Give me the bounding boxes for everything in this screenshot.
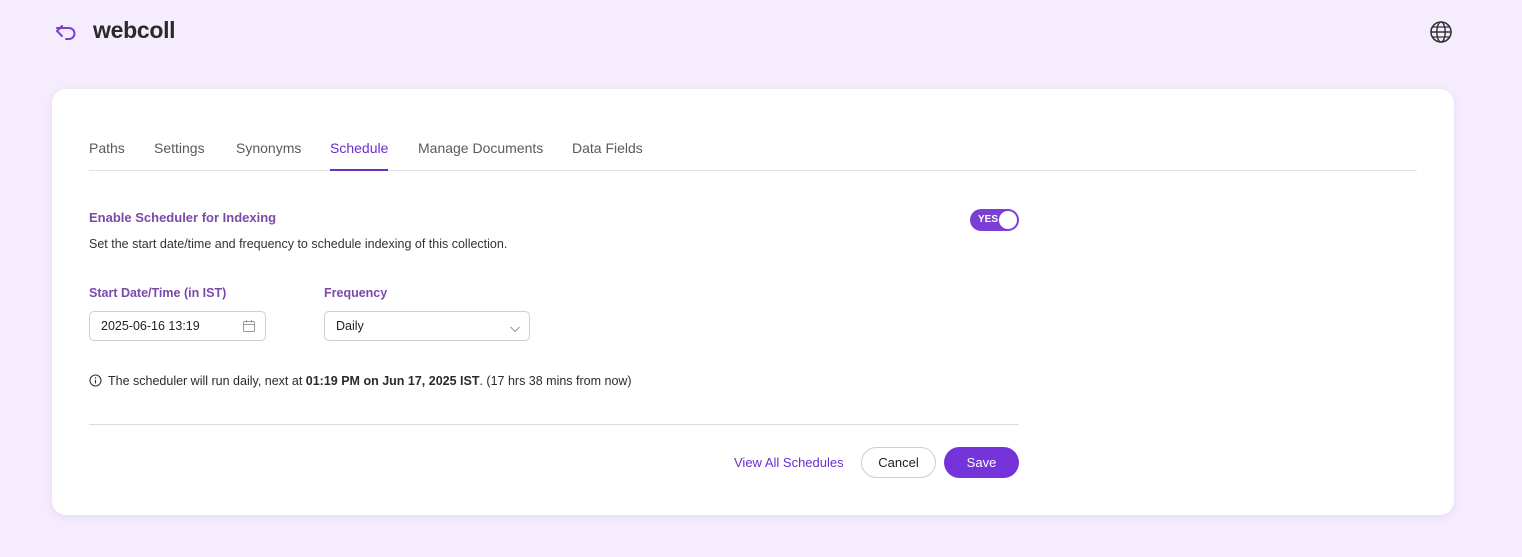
tab-paths[interactable]: Paths (89, 140, 125, 171)
start-date-value: 2025-06-16 13:19 (101, 319, 200, 333)
frequency-value: Daily (336, 319, 364, 333)
divider (89, 424, 1019, 425)
tab-synonyms[interactable]: Synonyms (236, 140, 301, 171)
cancel-button[interactable]: Cancel (861, 447, 936, 478)
save-button[interactable]: Save (944, 447, 1019, 478)
info-icon (89, 374, 102, 387)
next-run-time: 01:19 PM on Jun 17, 2025 IST (305, 374, 480, 388)
tab-data-fields[interactable]: Data Fields (572, 140, 643, 171)
calendar-icon[interactable] (242, 319, 256, 333)
schedule-info-text: The scheduler will run daily, next at 01… (108, 374, 632, 388)
page-title: webcoll (93, 17, 176, 43)
tab-schedule[interactable]: Schedule (330, 140, 389, 171)
globe-icon[interactable] (1429, 20, 1453, 44)
info-suffix: . (17 hrs 38 mins from now) (479, 374, 632, 388)
frequency-select[interactable]: Daily (324, 311, 530, 341)
frequency-label: Frequency (324, 286, 388, 300)
view-all-schedules-link[interactable]: View All Schedules (734, 455, 844, 470)
toggle-label: YES (978, 214, 999, 225)
chevron-down-icon (509, 321, 521, 333)
toggle-knob (999, 211, 1017, 229)
top-bar: webcoll (0, 0, 1522, 64)
back-arrow-icon[interactable] (54, 21, 78, 43)
start-date-input[interactable]: 2025-06-16 13:19 (89, 311, 266, 341)
start-date-label: Start Date/Time (in IST) (89, 286, 227, 300)
tab-bar: Paths Settings Synonyms Schedule Manage … (89, 133, 1417, 171)
scheduler-description: Set the start date/time and frequency to… (89, 237, 508, 251)
info-prefix: The scheduler will run daily, next at (108, 374, 306, 388)
tab-manage-documents[interactable]: Manage Documents (418, 140, 543, 171)
scheduler-toggle[interactable]: YES (970, 209, 1019, 231)
scheduler-title: Enable Scheduler for Indexing (89, 210, 277, 225)
collection-card: Paths Settings Synonyms Schedule Manage … (52, 89, 1454, 515)
tab-settings[interactable]: Settings (154, 140, 205, 171)
